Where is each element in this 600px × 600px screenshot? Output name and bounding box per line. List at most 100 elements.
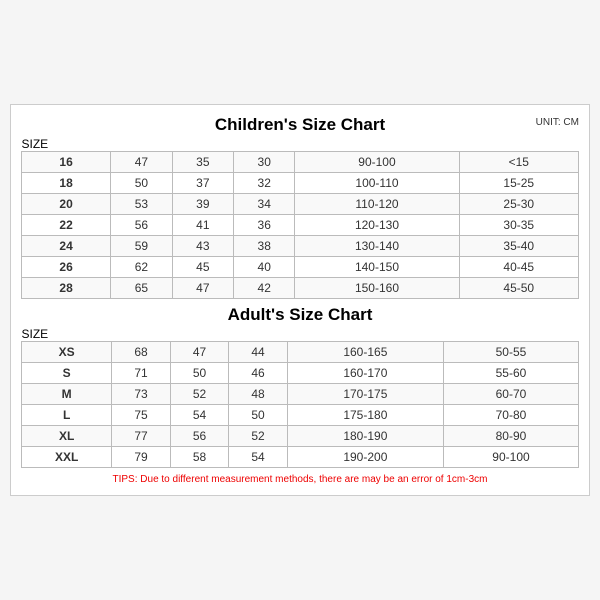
table-cell: 55-60: [443, 363, 578, 384]
table-row: XS684744160-16550-55: [22, 342, 579, 363]
table-cell: 62: [111, 257, 172, 278]
children-size-table: SIZE 1647353090-100<1518503732100-11015-…: [21, 137, 579, 299]
table-cell: 180-190: [287, 426, 443, 447]
unit-label: UNIT: CM: [536, 117, 579, 128]
table-cell: 190-200: [287, 447, 443, 468]
table-cell: 28: [22, 278, 111, 299]
table-cell: M: [22, 384, 112, 405]
table-cell: 47: [172, 278, 233, 299]
table-cell: 58: [170, 447, 228, 468]
table-cell: 43: [172, 236, 233, 257]
table-cell: 47: [170, 342, 228, 363]
table-cell: 32: [234, 173, 295, 194]
table-cell: 30: [234, 152, 295, 173]
table-row: S715046160-17055-60: [22, 363, 579, 384]
table-cell: 70-80: [443, 405, 578, 426]
table-cell: 71: [112, 363, 170, 384]
table-cell: 53: [111, 194, 172, 215]
table-cell: 50: [111, 173, 172, 194]
table-cell: 73: [112, 384, 170, 405]
table-row: L755450175-18070-80: [22, 405, 579, 426]
table-cell: 48: [229, 384, 287, 405]
table-cell: 65: [111, 278, 172, 299]
table-cell: 100-110: [295, 173, 459, 194]
table-cell: 20: [22, 194, 111, 215]
table-cell: 34: [234, 194, 295, 215]
table-cell: 16: [22, 152, 111, 173]
table-cell: 77: [112, 426, 170, 447]
table-cell: 56: [170, 426, 228, 447]
adult-size-table: SIZE XS684744160-16550-55S715046160-1705…: [21, 327, 579, 468]
table-cell: 90-100: [295, 152, 459, 173]
table-cell: 45: [172, 257, 233, 278]
table-cell: 50: [170, 363, 228, 384]
table-cell: 39: [172, 194, 233, 215]
table-cell: 47: [111, 152, 172, 173]
adult-chart-title: Adult's Size Chart: [21, 305, 579, 325]
table-cell: 41: [172, 215, 233, 236]
table-cell: 130-140: [295, 236, 459, 257]
table-cell: 50-55: [443, 342, 578, 363]
table-cell: 150-160: [295, 278, 459, 299]
table-cell: 90-100: [443, 447, 578, 468]
table-row: M735248170-17560-70: [22, 384, 579, 405]
table-cell: XXL: [22, 447, 112, 468]
size-chart-container: Children's Size Chart UNIT: CM SIZE 1647…: [10, 104, 590, 496]
table-cell: 52: [170, 384, 228, 405]
table-cell: 175-180: [287, 405, 443, 426]
table-cell: 18: [22, 173, 111, 194]
tips-text: TIPS: Due to different measurement metho…: [21, 474, 579, 485]
table-cell: 46: [229, 363, 287, 384]
children-header-row: SIZE: [22, 137, 579, 152]
table-cell: L: [22, 405, 112, 426]
table-cell: 160-165: [287, 342, 443, 363]
children-title-text: Children's Size Chart: [215, 115, 385, 134]
table-cell: 56: [111, 215, 172, 236]
table-cell: 120-130: [295, 215, 459, 236]
adult-header-row: SIZE: [22, 327, 579, 342]
table-cell: 38: [234, 236, 295, 257]
table-cell: 35-40: [459, 236, 578, 257]
table-cell: 52: [229, 426, 287, 447]
adult-title-text: Adult's Size Chart: [228, 305, 373, 324]
table-row: XL775652180-19080-90: [22, 426, 579, 447]
table-cell: 59: [111, 236, 172, 257]
table-cell: 24: [22, 236, 111, 257]
table-cell: XL: [22, 426, 112, 447]
table-cell: XS: [22, 342, 112, 363]
table-row: 20533934110-12025-30: [22, 194, 579, 215]
table-cell: 15-25: [459, 173, 578, 194]
table-row: 26624540140-15040-45: [22, 257, 579, 278]
table-cell: 170-175: [287, 384, 443, 405]
table-cell: 42: [234, 278, 295, 299]
table-cell: 30-35: [459, 215, 578, 236]
table-cell: 80-90: [443, 426, 578, 447]
table-cell: 54: [170, 405, 228, 426]
table-cell: 54: [229, 447, 287, 468]
table-cell: 75: [112, 405, 170, 426]
table-cell: 68: [112, 342, 170, 363]
children-chart-title: Children's Size Chart UNIT: CM: [21, 115, 579, 135]
table-cell: 110-120: [295, 194, 459, 215]
table-cell: 45-50: [459, 278, 578, 299]
table-row: 28654742150-16045-50: [22, 278, 579, 299]
table-row: 24594338130-14035-40: [22, 236, 579, 257]
table-cell: 37: [172, 173, 233, 194]
table-row: XXL795854190-20090-100: [22, 447, 579, 468]
table-cell: 35: [172, 152, 233, 173]
table-cell: 26: [22, 257, 111, 278]
table-cell: 140-150: [295, 257, 459, 278]
table-row: 1647353090-100<15: [22, 152, 579, 173]
table-cell: 22: [22, 215, 111, 236]
table-cell: S: [22, 363, 112, 384]
table-row: 22564136120-13030-35: [22, 215, 579, 236]
table-cell: 79: [112, 447, 170, 468]
table-cell: 160-170: [287, 363, 443, 384]
table-cell: 60-70: [443, 384, 578, 405]
table-cell: <15: [459, 152, 578, 173]
table-cell: 36: [234, 215, 295, 236]
table-cell: 40: [234, 257, 295, 278]
table-cell: 50: [229, 405, 287, 426]
table-row: 18503732100-11015-25: [22, 173, 579, 194]
table-cell: 40-45: [459, 257, 578, 278]
